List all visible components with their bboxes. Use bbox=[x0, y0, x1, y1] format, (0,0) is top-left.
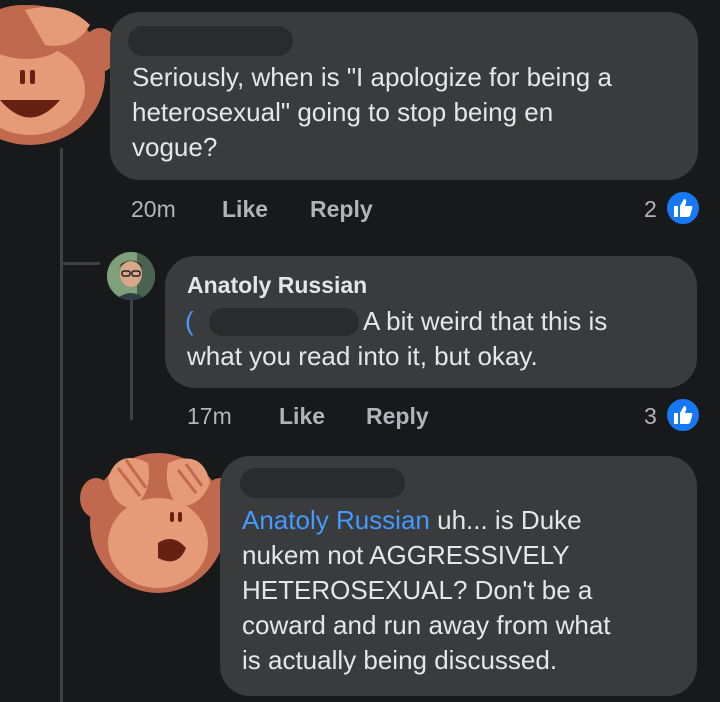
see-no-evil-monkey-icon[interactable] bbox=[0, 0, 120, 150]
reaction-count[interactable]: 2 bbox=[644, 196, 657, 223]
thread-line bbox=[60, 148, 63, 702]
like-button[interactable]: Like bbox=[279, 403, 325, 430]
profile-photo-avatar[interactable] bbox=[107, 252, 155, 300]
reply-bubble[interactable]: Anatoly Russian ( A bit weird that this … bbox=[165, 256, 697, 388]
comment-text-line: vogue? bbox=[132, 132, 218, 162]
comment-text-line: Seriously, when is "I apologize for bein… bbox=[132, 62, 612, 92]
reply-button[interactable]: Reply bbox=[310, 196, 373, 223]
reply-button[interactable]: Reply bbox=[366, 403, 429, 430]
redacted-mention bbox=[209, 308, 359, 336]
reaction-count[interactable]: 3 bbox=[644, 403, 657, 430]
reply-text-line: HETEROSEXUAL? Don't be a bbox=[242, 575, 593, 605]
reply-text-line: is actually being discussed. bbox=[242, 645, 558, 675]
like-reaction-icon[interactable] bbox=[664, 189, 702, 227]
see-no-evil-monkey-icon[interactable] bbox=[78, 438, 238, 598]
thread-branch bbox=[60, 262, 100, 265]
redacted-author-name bbox=[240, 468, 405, 498]
mention-link[interactable]: Anatoly Russian bbox=[242, 505, 430, 535]
comment-text-line: heterosexual" going to stop being en bbox=[132, 97, 554, 127]
reply-text-line: coward and run away from what bbox=[242, 610, 611, 640]
comment-timestamp[interactable]: 20m bbox=[131, 196, 176, 223]
reply-text-line: what you read into it, but okay. bbox=[187, 341, 538, 371]
mention-prefix[interactable]: ( bbox=[185, 304, 194, 339]
reply-text-line: nukem not AGGRESSIVELY bbox=[242, 540, 570, 570]
comment-bubble[interactable]: Seriously, when is "I apologize for bein… bbox=[110, 12, 698, 180]
thread-line-nested bbox=[130, 300, 133, 420]
like-reaction-icon[interactable] bbox=[664, 396, 702, 434]
redacted-author-name bbox=[128, 26, 293, 56]
reply-text-line: Anatoly Russian uh... is Duke bbox=[242, 505, 582, 535]
reply-bubble[interactable]: Anatoly Russian uh... is Duke nukem not … bbox=[220, 456, 697, 696]
like-button[interactable]: Like bbox=[222, 196, 268, 223]
reply-timestamp[interactable]: 17m bbox=[187, 403, 232, 430]
author-name[interactable]: Anatoly Russian bbox=[187, 272, 367, 299]
reply-text-line: A bit weird that this is bbox=[363, 306, 608, 336]
